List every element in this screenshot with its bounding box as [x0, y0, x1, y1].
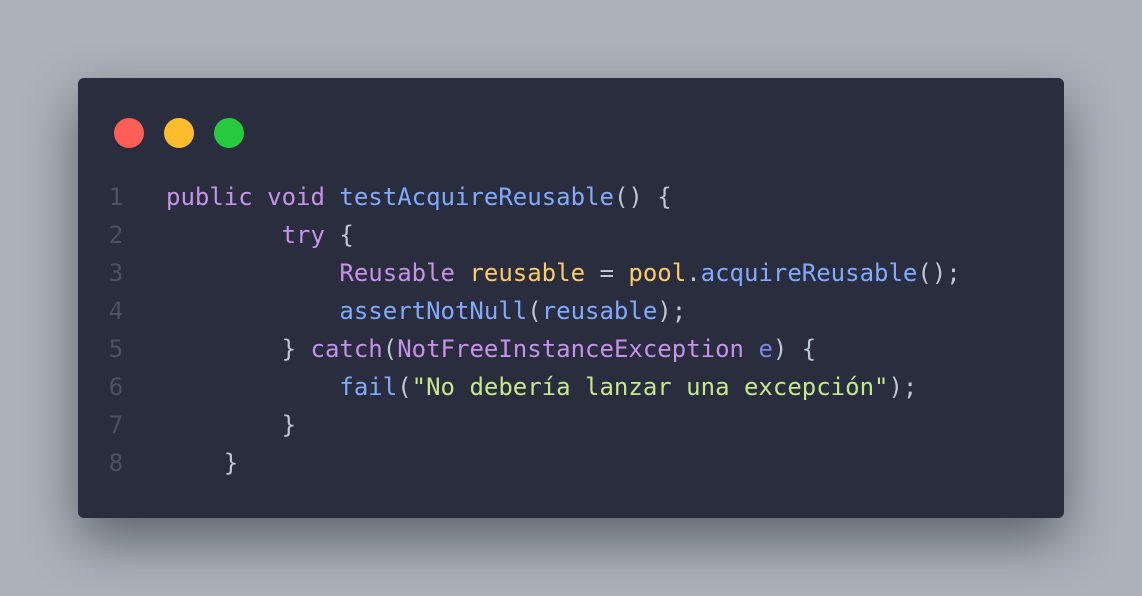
code-token-variable: pool [628, 259, 687, 287]
line-number: 4 [108, 297, 124, 325]
code-token-punctuation: () { [613, 183, 672, 211]
code-text: } catch(NotFreeInstanceException e) { [166, 330, 817, 368]
code-line: 7 } [78, 406, 1064, 444]
code-token-punctuation: . [686, 259, 701, 287]
line-number: 3 [108, 259, 124, 287]
code-token-keyword: public [166, 183, 253, 211]
code-text: public void testAcquireReusable() { [166, 178, 672, 216]
code-token-punctuation: ( [397, 373, 412, 401]
code-text: } [166, 444, 238, 482]
code-token-punctuation: ( [527, 297, 542, 325]
code-text: fail("No debería lanzar una excepción"); [166, 368, 917, 406]
line-number: 5 [108, 335, 124, 363]
close-button-icon[interactable] [114, 118, 144, 148]
code-token-punctuation: ( [382, 335, 398, 363]
code-line: 1 public void testAcquireReusable() { [78, 178, 1064, 216]
code-line: 5 } catch(NotFreeInstanceException e) { [78, 330, 1064, 368]
code-token-punctuation: (); [917, 259, 961, 287]
code-token-keyword: catch [310, 335, 383, 363]
code-token-type: Reusable [339, 259, 455, 287]
code-token-function: fail [339, 373, 398, 401]
code-text: try { [166, 216, 354, 254]
code-token-string: "No debería lanzar una excepción" [411, 373, 889, 401]
code-token-function: testAcquireReusable [339, 183, 614, 211]
code-line: 8 } [78, 444, 1064, 482]
code-token-punctuation [253, 183, 267, 211]
minimize-button-icon[interactable] [164, 118, 194, 148]
line-number: 7 [108, 411, 124, 439]
line-number: 6 [108, 373, 124, 401]
code-token-punctuation [325, 183, 339, 211]
code-token-keyword: try [281, 221, 325, 249]
code-token-variable: reusable [469, 259, 586, 287]
code-block: 1 public void testAcquireReusable() {2 tr… [78, 178, 1064, 482]
maximize-button-icon[interactable] [214, 118, 244, 148]
code-token-punctuation: } [281, 335, 311, 363]
code-token-punctuation: ); [657, 297, 687, 325]
code-token-function: assertNotNull [339, 297, 528, 325]
code-text: } [166, 406, 296, 444]
code-text: Reusable reusable = pool.acquireReusable… [166, 254, 961, 292]
code-token-keyword: void [267, 183, 325, 211]
code-token-type: NotFreeInstanceException [397, 335, 744, 363]
code-token-punctuation: ); [888, 373, 918, 401]
code-token-punctuation: } [223, 449, 239, 477]
code-token-punctuation: = [585, 259, 629, 287]
code-token-punctuation: } [281, 411, 297, 439]
line-number: 8 [108, 449, 124, 477]
code-text: assertNotNull(reusable); [166, 292, 686, 330]
code-line: 6 fail("No debería lanzar una excepción"… [78, 368, 1064, 406]
code-line: 3 Reusable reusable = pool.acquireReusab… [78, 254, 1064, 292]
code-token-punctuation [744, 335, 758, 363]
code-line: 4 assertNotNull(reusable); [78, 292, 1064, 330]
code-token-function: reusable [541, 297, 658, 325]
code-token-punctuation: { [324, 221, 354, 249]
code-token-function: acquireReusable [700, 259, 918, 287]
code-window: 1 public void testAcquireReusable() {2 tr… [78, 78, 1064, 518]
code-line: 2 try { [78, 216, 1064, 254]
line-number: 2 [108, 221, 124, 249]
code-token-parameter: e [758, 335, 773, 363]
code-token-punctuation: ) { [772, 335, 817, 363]
code-token-punctuation [455, 259, 469, 287]
line-number: 1 [108, 183, 124, 211]
